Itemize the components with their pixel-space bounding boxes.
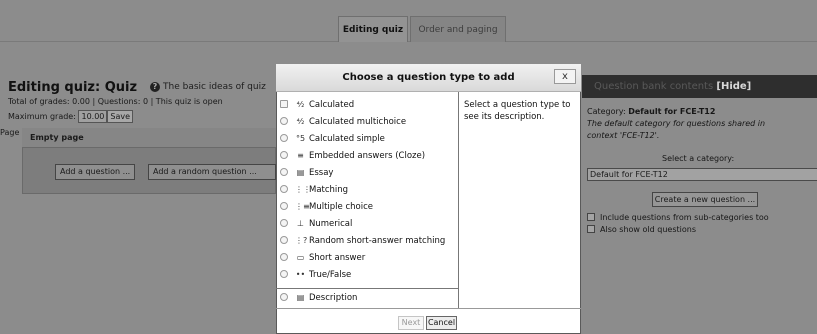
radio-button[interactable]	[280, 100, 288, 108]
option-label: True/False	[309, 270, 352, 280]
numerical-icon: ⊥	[297, 219, 304, 228]
description-icon: ▤	[296, 293, 305, 302]
cancel-button[interactable]: Cancel	[426, 316, 457, 330]
page-title: Editing quiz: Quiz	[8, 80, 138, 95]
radio-button[interactable]	[280, 202, 288, 210]
radio-button[interactable]	[280, 134, 288, 142]
matching-icon: ⋮⋮	[295, 185, 311, 194]
cloze-icon: ≡	[297, 151, 304, 160]
select-category-label: Select a category:	[662, 154, 735, 163]
include-subcategories-label: Include questions from sub-categories to…	[600, 213, 769, 222]
question-bank-title: Question bank contents	[594, 81, 714, 92]
max-grade-input[interactable]: 10.00	[78, 110, 108, 123]
calculated-simple-icon: °5	[295, 134, 306, 143]
dialog-title: Choose a question type to add	[276, 64, 581, 92]
max-grade-row: Maximum grade: 10.00 Save	[8, 110, 134, 123]
close-icon[interactable]: x	[554, 69, 576, 84]
add-random-question-button[interactable]: Add a random question ...	[148, 164, 276, 180]
option-label: Multiple choice	[309, 202, 373, 212]
option-random-matching[interactable]: ⋮? Random short-answer matching	[280, 232, 459, 249]
radio-button[interactable]	[280, 185, 288, 193]
description-pane	[459, 92, 581, 308]
max-grade-label: Maximum grade:	[8, 112, 76, 121]
help-link[interactable]: ? The basic ideas of quiz	[150, 82, 266, 92]
create-question-button[interactable]: Create a new question ...	[652, 192, 758, 207]
option-matching[interactable]: ⋮⋮Matching	[280, 181, 459, 198]
tab-divider	[0, 41, 817, 42]
essay-icon: ▤	[296, 168, 305, 177]
option-true-false[interactable]: •• True/False	[280, 266, 459, 283]
option-essay[interactable]: ▤ Essay	[280, 164, 459, 181]
option-calculated-simple[interactable]: °5 Calculated simple	[280, 130, 459, 147]
radio-button[interactable]	[280, 117, 288, 125]
hide-link[interactable]: [Hide]	[716, 81, 751, 92]
short-answer-icon: ▭	[296, 253, 305, 262]
radio-button[interactable]	[280, 219, 288, 227]
option-multiple-choice[interactable]: ⋮≡Multiple choice	[280, 198, 459, 215]
category-prefix: Category:	[587, 107, 626, 116]
include-subcategories-row[interactable]: Include questions from sub-categories to…	[587, 213, 769, 222]
radio-button[interactable]	[280, 270, 288, 278]
option-numerical[interactable]: ⊥ Numerical	[280, 215, 459, 232]
option-label: Matching	[309, 185, 349, 195]
option-description[interactable]: ▤ Description	[280, 289, 459, 306]
radio-button[interactable]	[280, 293, 288, 301]
type-description: Select a question type to see its descri…	[464, 100, 571, 122]
radio-button[interactable]	[280, 253, 288, 261]
next-button[interactable]: Next	[398, 316, 424, 330]
tab-order-and-paging[interactable]: Order and paging	[410, 16, 506, 42]
radio-button[interactable]	[280, 151, 288, 159]
option-cloze[interactable]: ≡ Embedded answers (Cloze)	[280, 147, 459, 164]
calculated-multichoice-icon: ⁴⁄₂	[296, 117, 305, 126]
option-label: Embedded answers (Cloze)	[309, 151, 426, 161]
category-name: Default for FCE-T12	[628, 107, 716, 116]
option-calculated-multichoice[interactable]: ⁴⁄₂ Calculated multichoice	[280, 113, 459, 130]
category-select[interactable]: Default for FCE-T12	[587, 168, 817, 181]
help-icon[interactable]: ?	[150, 82, 160, 92]
page-heading: Empty page	[22, 128, 276, 148]
add-question-button[interactable]: Add a question ...	[55, 164, 136, 180]
calculated-icon: ⁴⁄₂	[296, 100, 305, 109]
category-row: Category: Default for FCE-T12	[587, 107, 715, 116]
help-text[interactable]: The basic ideas of quiz	[163, 82, 266, 92]
grades-summary: Total of grades: 0.00 | Questions: 0 | T…	[8, 97, 223, 106]
option-label: Essay	[309, 168, 334, 178]
option-label: Calculated multichoice	[309, 117, 407, 127]
show-old-label: Also show old questions	[600, 225, 696, 234]
option-label: Calculated	[309, 100, 355, 110]
category-description-1: The default category for questions share…	[587, 119, 766, 128]
include-subcategories-checkbox[interactable]	[587, 213, 595, 221]
radio-button[interactable]	[280, 236, 288, 244]
category-description-2: context 'FCE-T12'.	[587, 131, 660, 140]
option-label: Description	[309, 293, 358, 303]
option-short-answer[interactable]: ▭ Short answer	[280, 249, 459, 266]
dialog-footer-divider	[276, 308, 581, 309]
tab-editing-quiz[interactable]: Editing quiz	[338, 16, 408, 42]
option-label: Short answer	[309, 253, 366, 263]
option-label: Numerical	[309, 219, 353, 229]
true-false-icon: ••	[295, 270, 306, 279]
option-label: Calculated simple	[309, 134, 385, 144]
option-calculated[interactable]: ⁴⁄₂ Calculated	[280, 96, 459, 113]
radio-button[interactable]	[280, 168, 288, 176]
random-matching-icon: ⋮?	[295, 236, 308, 245]
tab-bar	[0, 0, 817, 42]
show-old-checkbox[interactable]	[587, 225, 595, 233]
show-old-row[interactable]: Also show old questions	[587, 225, 696, 234]
multiple-choice-icon: ⋮≡	[295, 202, 310, 211]
question-bank-header: Question bank contents [Hide]	[582, 75, 817, 98]
save-button[interactable]: Save	[107, 110, 134, 123]
option-label: Random short-answer matching	[309, 236, 446, 246]
